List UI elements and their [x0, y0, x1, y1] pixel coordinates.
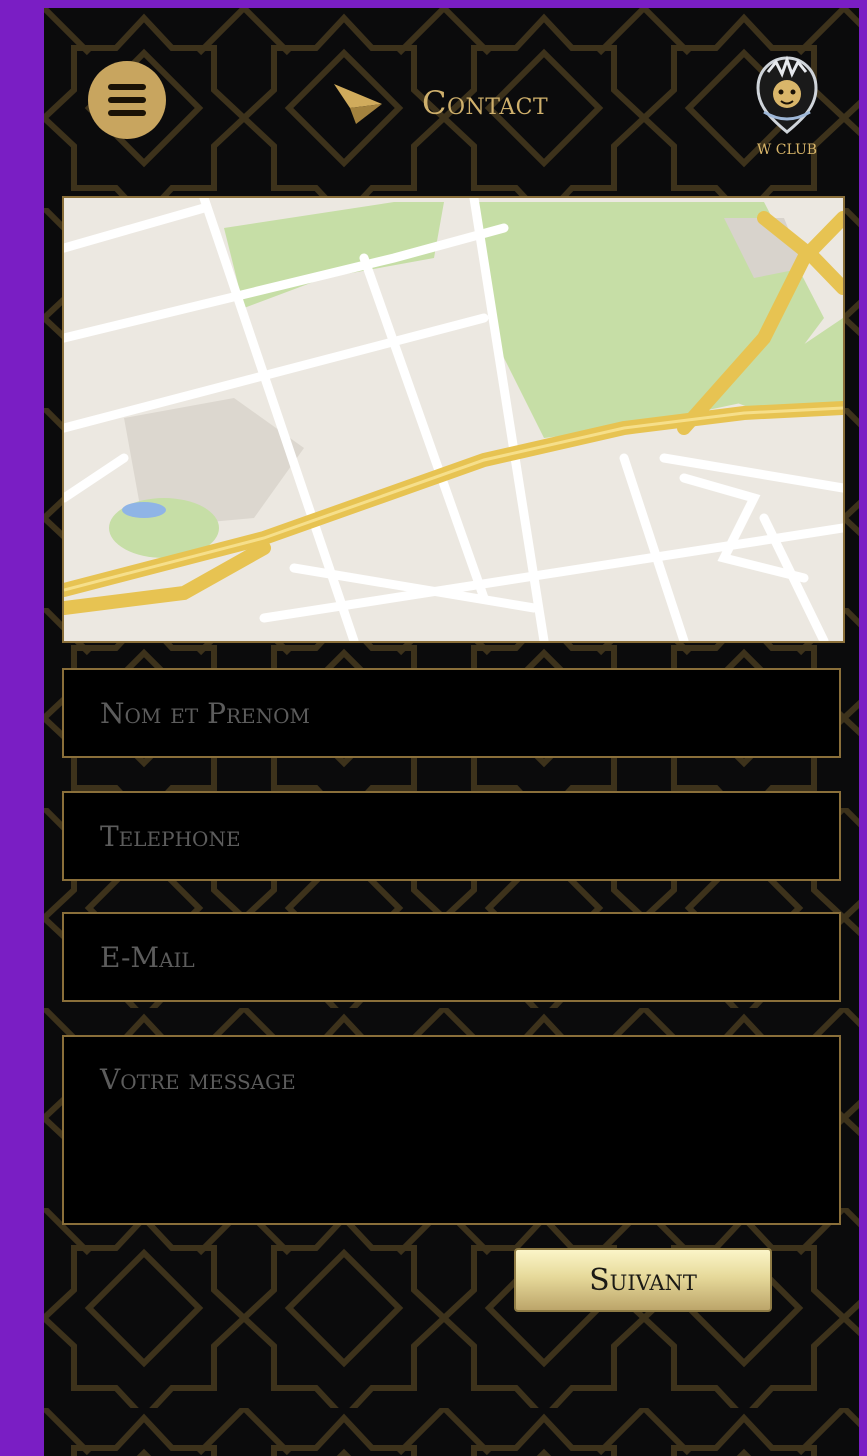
menu-line [108, 110, 146, 116]
menu-line [108, 84, 146, 90]
message-field[interactable] [62, 1035, 841, 1225]
logo-text: W CLUB [756, 142, 818, 158]
paper-plane-icon [334, 84, 382, 124]
menu-line [108, 97, 146, 103]
name-field[interactable] [62, 668, 841, 758]
submit-button[interactable]: Suivant [514, 1248, 772, 1312]
message-textarea[interactable] [64, 1037, 839, 1223]
street-map [64, 198, 843, 641]
name-input[interactable] [64, 670, 839, 756]
page-header: Contact [332, 78, 548, 128]
location-map[interactable] [62, 196, 845, 643]
phone-input[interactable] [64, 793, 839, 879]
contact-screen: Contact W CLUB Nom et Prenom Telephone E… [44, 8, 859, 1456]
email-input[interactable] [64, 914, 839, 1000]
lion-crest-icon [756, 55, 818, 134]
menu-button[interactable] [88, 61, 166, 139]
page-title: Contact [422, 84, 549, 122]
phone-field[interactable] [62, 791, 841, 881]
email-field[interactable] [62, 912, 841, 1002]
w-club-logo[interactable]: W CLUB [744, 52, 830, 164]
